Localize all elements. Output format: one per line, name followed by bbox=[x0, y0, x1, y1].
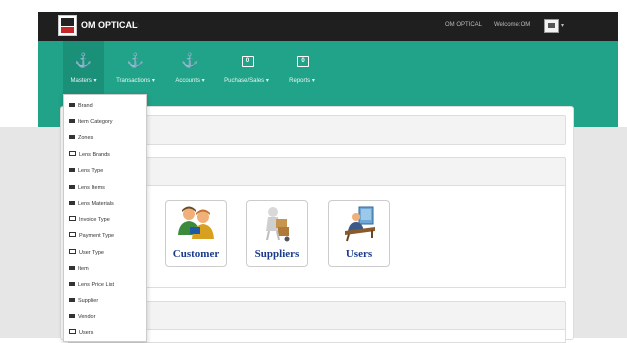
money-icon bbox=[69, 216, 76, 222]
menu-item-lens-items[interactable]: Lens Items bbox=[64, 181, 146, 195]
list-icon bbox=[69, 313, 75, 318]
tile-suppliers[interactable]: Suppliers bbox=[246, 200, 308, 267]
anchor-icon: ⚓ bbox=[126, 52, 145, 68]
logo-mark bbox=[61, 18, 74, 26]
menu-item-label: Vendor bbox=[78, 314, 96, 320]
customer-icon bbox=[178, 206, 214, 239]
menu-item-vendor[interactable]: Vendor bbox=[64, 310, 146, 324]
list-icon bbox=[69, 167, 75, 172]
tile-customer[interactable]: Customer bbox=[165, 200, 227, 267]
menu-item-label: Lens Items bbox=[78, 185, 105, 191]
list-icon bbox=[69, 281, 75, 286]
users-icon bbox=[345, 206, 375, 242]
user-avatar-icon bbox=[544, 19, 559, 33]
menu-accounts[interactable]: ⚓ Accounts ▾ bbox=[168, 41, 212, 94]
menu-item-label: Lens Type bbox=[78, 168, 104, 174]
home-icon[interactable]: ⌂ bbox=[134, 20, 139, 29]
supplier-icon bbox=[266, 207, 290, 242]
menu-item-lens-type[interactable]: Lens Type bbox=[64, 164, 146, 178]
menu-item-label: Brand bbox=[78, 103, 93, 109]
user-menu-toggle[interactable]: ▾ bbox=[544, 19, 568, 33]
menu-item-label: User Type bbox=[79, 250, 104, 256]
menu-transactions[interactable]: ⚓ Transactions ▾ bbox=[108, 41, 163, 94]
menu-item-invoice-type[interactable]: Invoice Type bbox=[64, 213, 146, 227]
menu-item-lens-price-list[interactable]: Lens Price List bbox=[64, 278, 146, 292]
brand-logo[interactable] bbox=[58, 15, 77, 36]
masters-dropdown: Brand Item Category Zones Lens Brands Le… bbox=[63, 94, 147, 342]
menu-item-lens-brands[interactable]: Lens Brands bbox=[64, 148, 146, 162]
list-icon bbox=[69, 134, 75, 139]
menu-masters-label: Masters ▾ bbox=[70, 78, 97, 84]
money-icon bbox=[69, 249, 76, 255]
tile-suppliers-label: Suppliers bbox=[254, 248, 300, 260]
menu-item-label: Item Category bbox=[78, 119, 113, 125]
menu-reports-label: Reports ▾ bbox=[289, 78, 315, 84]
money-icon bbox=[69, 329, 76, 335]
menu-item-label: Item bbox=[78, 266, 89, 272]
menu-item-label: Lens Materials bbox=[78, 201, 114, 207]
menu-item-label: Payment Type bbox=[79, 233, 115, 239]
list-icon bbox=[69, 184, 75, 189]
logo-base bbox=[61, 27, 74, 33]
list-icon bbox=[69, 200, 75, 205]
anchor-icon: ⚓ bbox=[74, 52, 93, 68]
list-icon bbox=[69, 102, 75, 107]
page-top-strip bbox=[0, 0, 627, 12]
menu-reports[interactable]: 0 Reports ▾ bbox=[279, 41, 325, 94]
tile-users[interactable]: Users bbox=[328, 200, 390, 267]
money-icon: 0 bbox=[241, 56, 254, 67]
menu-item-label: Invoice Type bbox=[79, 217, 110, 223]
tile-customer-label: Customer bbox=[172, 248, 220, 260]
store-name: OM OPTICAL bbox=[445, 22, 483, 28]
menu-purchase-sales[interactable]: 0 Puchase/Sales ▾ bbox=[218, 41, 275, 94]
menu-transactions-label: Transactions ▾ bbox=[116, 78, 155, 84]
top-navbar: OM OPTICAL ⌂ OM OPTICAL Welcome:OM ▾ bbox=[38, 12, 618, 41]
menu-item-lens-materials[interactable]: Lens Materials bbox=[64, 197, 146, 211]
menu-item-supplier[interactable]: Supplier bbox=[64, 294, 146, 308]
chevron-down-icon: ▾ bbox=[561, 23, 565, 29]
menu-item-user-type[interactable]: User Type bbox=[64, 246, 146, 260]
menu-item-zones[interactable]: Zones bbox=[64, 131, 146, 145]
menu-item-label: Users bbox=[79, 330, 94, 336]
brand-name[interactable]: OM OPTICAL bbox=[81, 20, 138, 30]
list-icon bbox=[69, 297, 75, 302]
menu-purchase-sales-label: Puchase/Sales ▾ bbox=[224, 78, 269, 84]
menu-item-item-category[interactable]: Item Category bbox=[64, 115, 146, 129]
menu-item-label: Lens Brands bbox=[79, 152, 110, 158]
money-icon bbox=[69, 232, 76, 238]
menu-item-label: Lens Price List bbox=[78, 282, 115, 288]
menu-item-item[interactable]: Item bbox=[64, 262, 146, 276]
menu-item-payment-type[interactable]: Payment Type bbox=[64, 229, 146, 243]
money-icon: 0 bbox=[297, 56, 309, 67]
menu-accounts-label: Accounts ▾ bbox=[175, 78, 205, 84]
menu-item-label: Supplier bbox=[78, 298, 99, 304]
welcome-text: Welcome:OM bbox=[494, 22, 531, 28]
list-icon bbox=[69, 118, 75, 123]
list-icon bbox=[69, 265, 75, 270]
menu-masters[interactable]: ⚓ Masters ▾ bbox=[63, 41, 104, 94]
tile-users-label: Users bbox=[345, 248, 373, 260]
anchor-icon: ⚓ bbox=[181, 52, 199, 68]
menu-item-brand[interactable]: Brand bbox=[64, 99, 146, 113]
menu-item-label: Zones bbox=[78, 135, 94, 141]
money-icon bbox=[69, 151, 76, 157]
